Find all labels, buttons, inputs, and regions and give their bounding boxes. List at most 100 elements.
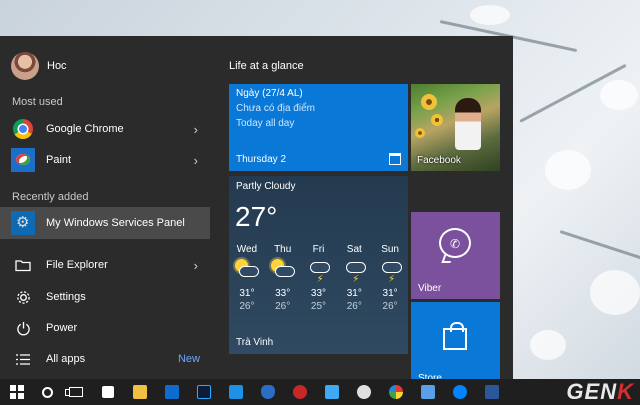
- chevron-right-icon[interactable]: ›: [194, 153, 198, 168]
- facebook-label: Facebook: [417, 155, 461, 166]
- thunderstorm-icon: ⚡: [340, 258, 368, 285]
- services-icon: [11, 211, 35, 235]
- taskbar-store-app[interactable]: [92, 379, 124, 405]
- forecast-day-name: Wed: [236, 244, 258, 255]
- calendar-event-title: Ngày (27/4 AL): [236, 88, 303, 99]
- settings-label: Settings: [46, 291, 86, 303]
- chevron-right-icon[interactable]: ›: [194, 122, 198, 137]
- flower-decoration: [421, 94, 437, 110]
- task-view-button[interactable]: [60, 379, 92, 405]
- app-paint[interactable]: Paint ›: [0, 144, 210, 176]
- paint-icon: [357, 385, 371, 399]
- taskbar-mail[interactable]: [412, 379, 444, 405]
- thunderstorm-icon: ⚡: [304, 258, 332, 285]
- current-temperature: 27°: [235, 201, 278, 232]
- cortana-icon: [41, 386, 53, 398]
- chevron-right-icon[interactable]: ›: [194, 258, 198, 273]
- taskbar-file-explorer[interactable]: [124, 379, 156, 405]
- taskbar-shield-app[interactable]: [252, 379, 284, 405]
- flower-decoration: [415, 128, 425, 138]
- file-explorer-label: File Explorer: [46, 259, 108, 271]
- taskbar-photoshop[interactable]: [188, 379, 220, 405]
- forecast-day-name: Sat: [346, 244, 362, 255]
- word-icon: [485, 385, 499, 399]
- app-google-chrome[interactable]: Google Chrome ›: [0, 113, 210, 145]
- app-icon: [389, 385, 403, 399]
- thunderstorm-icon: ⚡: [376, 258, 404, 285]
- facebook-tile[interactable]: Facebook: [411, 84, 500, 171]
- app-label: Google Chrome: [46, 123, 124, 135]
- store-bag-icon: [443, 322, 467, 350]
- forecast-day: Sun ⚡ 31° 26°: [372, 244, 408, 312]
- forecast-day: Fri ⚡ 33° 25°: [301, 244, 337, 312]
- phone-icon: ✆: [450, 237, 461, 251]
- forecast-low: 26°: [275, 301, 291, 312]
- app-my-windows-services-panel[interactable]: My Windows Services Panel: [0, 207, 210, 239]
- forecast-low: 26°: [239, 301, 255, 312]
- photoshop-icon: [197, 385, 211, 399]
- weather-condition: Partly Cloudy: [236, 181, 296, 192]
- user-name: Hoc: [47, 60, 67, 72]
- most-used-label: Most used: [12, 96, 63, 108]
- start-menu-left-pane: Hoc Most used Google Chrome › Paint › Re…: [0, 36, 216, 379]
- power-label: Power: [46, 322, 78, 334]
- partly-sunny-icon: [269, 258, 297, 284]
- calendar-tile[interactable]: Ngày (27/4 AL) Chưa có địa điểm Today al…: [229, 84, 408, 171]
- start-button[interactable]: [0, 379, 34, 405]
- forecast-high: 31°: [382, 288, 398, 299]
- app-icon: [293, 385, 307, 399]
- app-icon: [229, 385, 243, 399]
- settings-item[interactable]: Settings: [0, 281, 210, 313]
- taskbar-app-red[interactable]: [284, 379, 316, 405]
- weather-location: Trà Vinh: [236, 337, 274, 348]
- power-item[interactable]: Power: [0, 312, 210, 344]
- weather-forecast: Wed 31° 26° Thu 33° 26° Fri ⚡ 33° 25° Sa…: [229, 244, 408, 312]
- forecast-day-name: Fri: [312, 244, 325, 255]
- chrome-icon: [11, 117, 35, 141]
- folder-icon: [133, 385, 147, 399]
- start-menu: Hoc Most used Google Chrome › Paint › Re…: [0, 36, 513, 389]
- list-icon: [11, 347, 35, 371]
- app-label: Paint: [46, 154, 72, 166]
- store-icon: [102, 386, 114, 398]
- forecast-day-name: Sun: [381, 244, 399, 255]
- forecast-low: 26°: [346, 301, 362, 312]
- calendar-event-time: Today all day: [236, 118, 295, 129]
- flower-decoration: [431, 114, 443, 126]
- forecast-high: 31°: [346, 288, 362, 299]
- teamviewer-icon: [165, 385, 179, 399]
- tile-group-title[interactable]: Life at a glance: [229, 60, 304, 72]
- app-label: My Windows Services Panel: [46, 217, 185, 229]
- taskbar-teamviewer[interactable]: [156, 379, 188, 405]
- viber-tile[interactable]: ✆ Viber: [411, 212, 500, 299]
- taskbar-app-colorful[interactable]: [380, 379, 412, 405]
- recently-added-label: Recently added: [12, 191, 89, 203]
- forecast-low: 25°: [310, 301, 327, 312]
- all-apps-item[interactable]: All apps New: [0, 343, 210, 375]
- app-icon: [325, 385, 339, 399]
- paint-icon: [11, 148, 35, 172]
- weather-tile[interactable]: Partly Cloudy 27° Wed 31° 26° Thu 33° 26…: [229, 176, 408, 354]
- shield-icon: [261, 385, 275, 399]
- genk-watermark: GENK: [566, 379, 634, 405]
- taskbar-word[interactable]: [476, 379, 508, 405]
- store-tile[interactable]: Store: [411, 302, 500, 389]
- taskbar-paint[interactable]: [348, 379, 380, 405]
- power-icon: [11, 316, 35, 340]
- profile-photo: [455, 98, 481, 150]
- forecast-high: 31°: [239, 288, 255, 299]
- file-explorer-item[interactable]: File Explorer ›: [0, 249, 210, 281]
- cortana-button[interactable]: [34, 379, 60, 405]
- user-account-button[interactable]: Hoc: [11, 52, 67, 80]
- calendar-event-location: Chưa có địa điểm: [236, 103, 315, 114]
- task-view-icon: [65, 387, 83, 397]
- forecast-day: Thu 33° 26°: [265, 244, 301, 312]
- taskbar-messenger[interactable]: [444, 379, 476, 405]
- viber-label: Viber: [418, 283, 442, 294]
- taskbar-app-cyan[interactable]: [316, 379, 348, 405]
- forecast-low: 26°: [382, 301, 398, 312]
- taskbar-app-blue[interactable]: [220, 379, 252, 405]
- windows-logo-icon: [10, 385, 24, 399]
- forecast-day: Wed 31° 26°: [229, 244, 265, 312]
- calendar-icon: [389, 153, 401, 165]
